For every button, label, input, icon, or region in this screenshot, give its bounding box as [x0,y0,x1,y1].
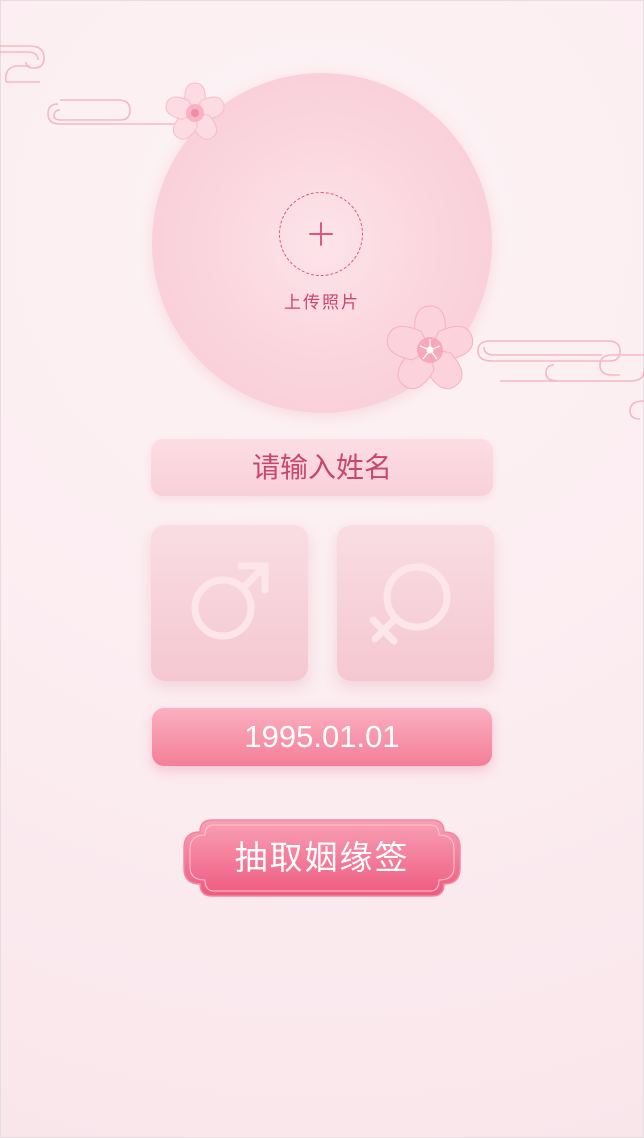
draw-fortune-label: 抽取姻缘签 [234,838,410,877]
male-gender-button[interactable] [151,525,308,681]
upload-photo-label: 上传照片 [284,293,360,313]
male-symbol-icon [191,562,269,640]
name-input[interactable] [151,439,493,496]
birthday-picker-button[interactable]: 1995.01.01 [152,708,492,766]
draw-fortune-button[interactable]: 抽取姻缘签 [182,818,462,898]
plus-icon [309,222,333,246]
female-symbol-icon [369,563,451,645]
upload-photo-button[interactable] [279,192,363,276]
female-gender-button[interactable] [337,525,494,681]
